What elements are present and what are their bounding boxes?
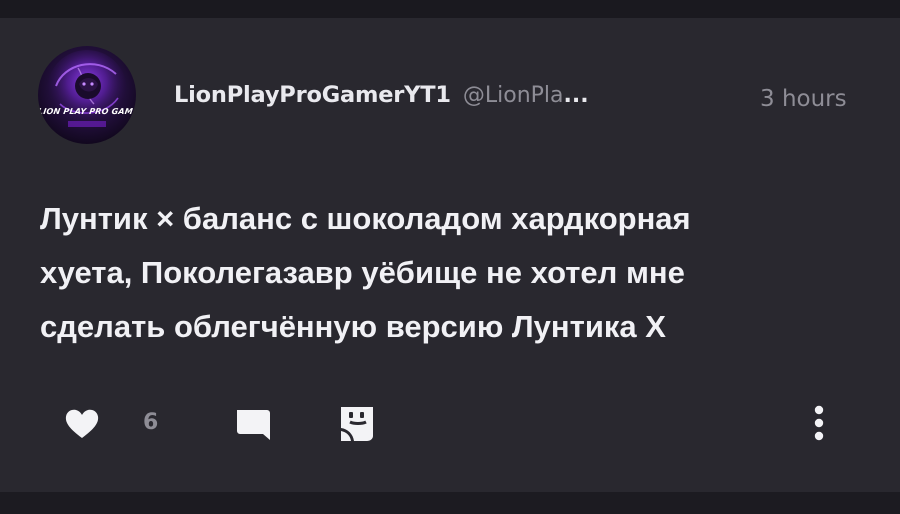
bottom-divider — [0, 492, 900, 514]
post-header: LionPlayProGamerYT1 @LionPla... — [174, 82, 589, 118]
handle-ellipsis: ... — [563, 83, 589, 108]
post-body: Лунтик × баланс с шоколадом хардкорная х… — [40, 192, 840, 354]
username[interactable]: LionPlayProGamerYT1 — [174, 82, 451, 108]
heart-icon — [65, 409, 99, 438]
avatar[interactable]: LION PLAY PRO GAMER — [38, 46, 136, 144]
user-handle[interactable]: @LionPla... — [463, 83, 589, 108]
post-body-line: хуета, Поколегазавр уёбище не хотел мне — [40, 255, 685, 290]
post-body-line: Лунтик × баланс с шоколадом хардкорная — [40, 201, 691, 236]
post-timestamp: 3 hours — [760, 86, 847, 112]
remix-icon — [341, 407, 373, 441]
comment-icon — [237, 410, 270, 440]
remix-button[interactable] — [336, 402, 378, 444]
avatar-text: LION PLAY PRO GAMER — [38, 107, 136, 116]
handle-text: @LionPla — [462, 83, 564, 108]
page: LION PLAY PRO GAMER LionPlayProGamerYT1 … — [0, 0, 900, 514]
post-body-line: сделать облегчённую версию Лунтика Х — [40, 309, 666, 344]
more-button[interactable] — [806, 402, 832, 444]
avatar-art — [47, 50, 127, 130]
like-button[interactable] — [62, 404, 102, 444]
reply-button[interactable] — [232, 404, 272, 444]
more-vertical-icon — [814, 405, 824, 441]
like-count: 6 — [143, 410, 159, 435]
top-divider — [0, 0, 900, 18]
